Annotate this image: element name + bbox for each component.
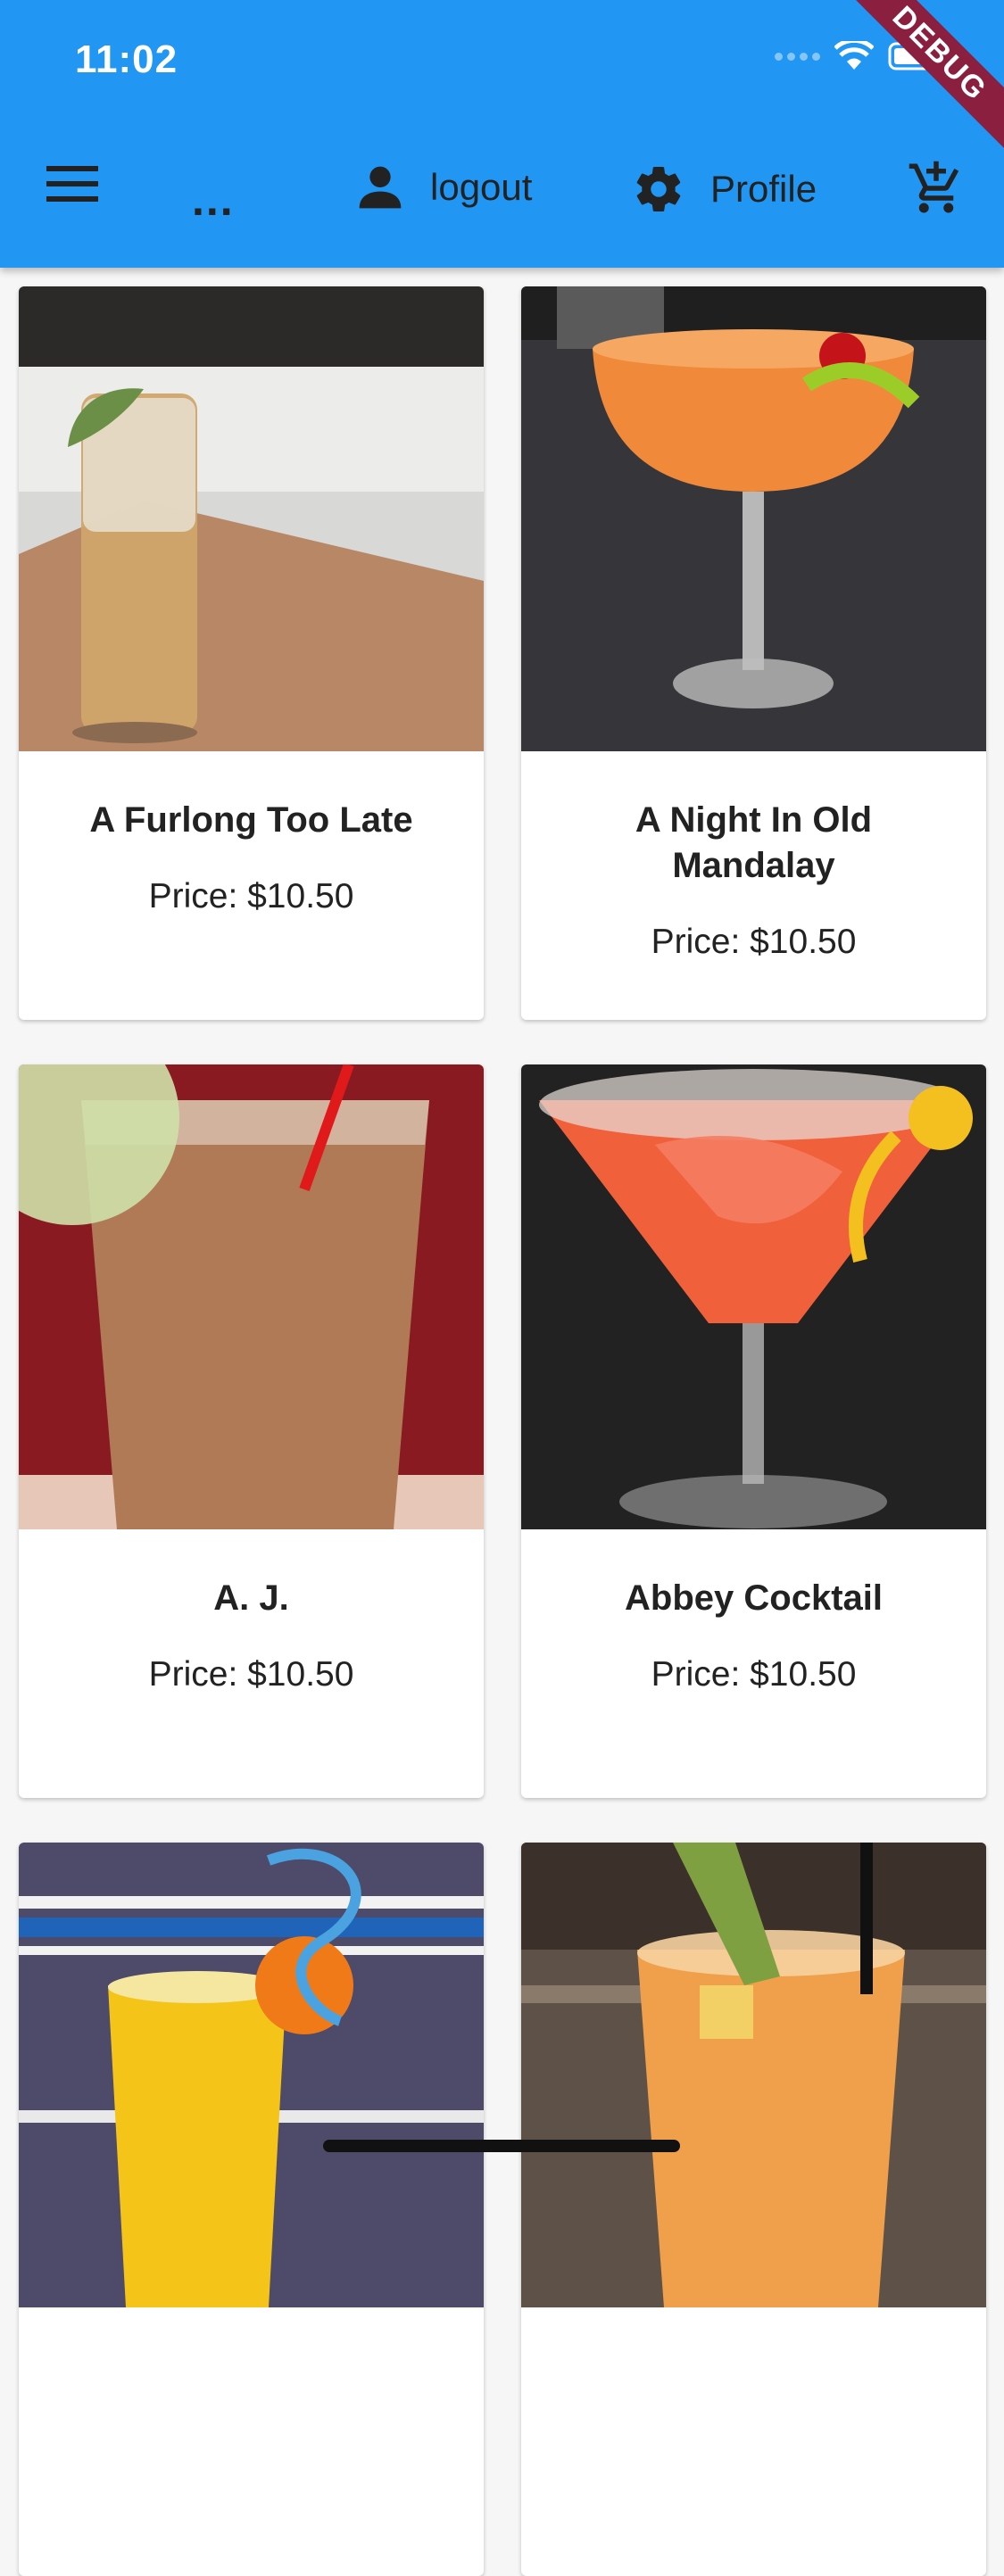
product-image bbox=[19, 1843, 484, 2307]
product-image bbox=[19, 1064, 484, 1529]
profile-label: Profile bbox=[710, 168, 817, 210]
profile-button[interactable]: Profile bbox=[632, 162, 817, 216]
debug-banner: DEBUG bbox=[842, 0, 1004, 151]
product-price: Price: $10.50 bbox=[148, 1655, 354, 1694]
product-name: A Furlong Too Late bbox=[89, 800, 413, 840]
product-card[interactable] bbox=[521, 1843, 986, 2576]
app-bar: 11:02 DEBUG ... logout Profile bbox=[0, 0, 1004, 268]
product-name: A Night In Old Mandalay bbox=[635, 800, 873, 885]
wifi-icon bbox=[834, 41, 874, 70]
product-image bbox=[19, 286, 484, 751]
product-price: Price: $10.50 bbox=[651, 1655, 857, 1694]
gear-icon bbox=[636, 167, 681, 212]
product-price: Price: $10.50 bbox=[148, 877, 354, 915]
cellular-signal-icon bbox=[775, 52, 820, 61]
person-icon bbox=[359, 166, 402, 209]
add-shopping-cart-icon bbox=[909, 161, 959, 213]
logout-button[interactable]: logout bbox=[355, 162, 532, 212]
logout-label: logout bbox=[430, 166, 533, 208]
product-price: Price: $10.50 bbox=[651, 923, 857, 961]
product-card[interactable] bbox=[19, 1843, 484, 2576]
product-name: Abbey Cocktail bbox=[625, 1578, 883, 1618]
product-card[interactable]: Abbey Cocktail Price: $10.50 bbox=[521, 1064, 986, 1798]
product-image bbox=[521, 1064, 986, 1529]
more-options-button[interactable]: ... bbox=[192, 174, 235, 226]
menu-button[interactable] bbox=[46, 166, 98, 202]
status-time: 11:02 bbox=[75, 37, 178, 81]
home-indicator[interactable] bbox=[323, 2140, 680, 2152]
cart-button[interactable] bbox=[907, 159, 966, 218]
product-name: A. J. bbox=[213, 1578, 289, 1618]
product-card[interactable]: A Night In Old Mandalay Price: $10.50 bbox=[521, 286, 986, 1020]
product-card[interactable]: A. J. Price: $10.50 bbox=[19, 1064, 484, 1798]
product-card[interactable]: A Furlong Too Late Price: $10.50 bbox=[19, 286, 484, 1020]
product-image bbox=[521, 286, 986, 751]
product-image bbox=[521, 1843, 986, 2307]
hamburger-menu-icon bbox=[46, 166, 98, 202]
